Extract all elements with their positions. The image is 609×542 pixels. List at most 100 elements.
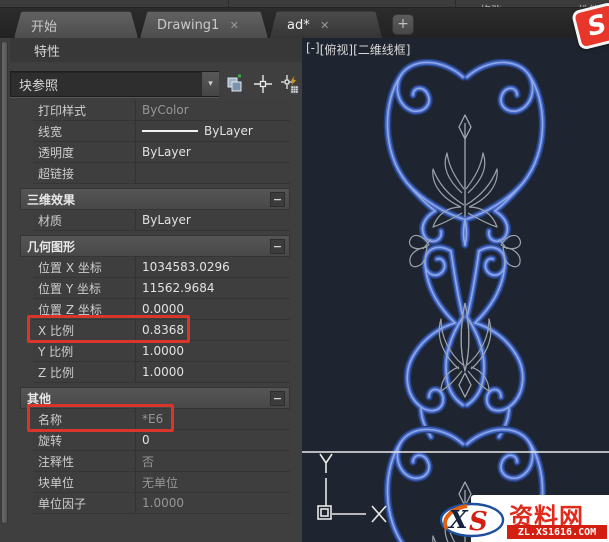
property-value-text: ByLayer <box>204 124 253 138</box>
property-rows: 打印样式 ByColor 线宽 ByLayer 透明度 ByLayer 超链接三维效果 − 材质… <box>20 100 290 514</box>
property-value-text: ByLayer <box>142 213 191 227</box>
object-type-value: 块参照 <box>19 78 59 94</box>
property-value[interactable]: 1.0000 <box>136 362 290 382</box>
chevron-down-icon[interactable]: ▾ <box>201 72 220 96</box>
property-value: *E6 <box>136 409 290 429</box>
collapse-icon[interactable]: − <box>270 192 285 207</box>
property-label: Z 比例 <box>33 362 136 382</box>
property-label: 线宽 <box>33 121 136 141</box>
drawing-canvas[interactable]: [-] [俯视] [二维线框] X S 资料网 ZL.XS1616.COM <box>302 38 609 542</box>
section-header[interactable]: 三维效果 − <box>20 188 290 210</box>
lineweight-swatch-icon <box>142 130 198 132</box>
select-objects-button[interactable] <box>251 72 275 96</box>
property-row: 位置 Y 坐标 11562.9684 <box>33 278 290 299</box>
property-label: 单位因子 <box>33 493 136 513</box>
section-header-label: 几何图形 <box>27 239 76 254</box>
property-row: 注释性否 <box>33 451 290 472</box>
property-row: 单位因子 1.0000 <box>33 493 290 514</box>
property-label: 材质 <box>33 210 136 230</box>
crosshair-icon <box>253 75 272 93</box>
quick-select-button[interactable] <box>278 72 302 96</box>
watermark-site-url: ZL.XS1616.COM <box>507 525 607 539</box>
viewport-controls[interactable]: [-] <box>306 41 320 58</box>
file-tab-[interactable]: 开始 <box>14 11 138 38</box>
viewport-view[interactable]: [俯视] <box>320 41 353 58</box>
property-value[interactable] <box>136 163 290 183</box>
property-row: Y 比例 1.0000 <box>33 341 290 362</box>
property-value[interactable]: ByLayer <box>136 121 290 141</box>
file-tab-Drawing1[interactable]: Drawing1 ✕ <box>140 11 268 38</box>
property-label: 打印样式 <box>33 100 136 120</box>
collapse-icon[interactable]: − <box>270 239 285 254</box>
drawing-ornament <box>302 38 609 542</box>
property-value-text: ByColor <box>142 103 189 117</box>
collapse-icon[interactable]: − <box>270 391 285 406</box>
property-value[interactable]: 1.0000 <box>136 341 290 361</box>
property-value-text: 1034583.0296 <box>142 260 230 274</box>
property-value-text: 1.0000 <box>142 365 184 379</box>
watermark-s: S <box>469 507 488 537</box>
property-value[interactable]: 1034583.0296 <box>136 257 290 277</box>
scrollbar-thumb[interactable] <box>2 42 7 523</box>
watermark: X S 资料网 ZL.XS1616.COM <box>439 495 609 542</box>
ucs-x-axis <box>371 505 387 523</box>
ribbon-strip: 修改 性能 <box>0 0 609 8</box>
section-header[interactable]: 其他 − <box>20 387 290 409</box>
property-label: 位置 X 坐标 <box>33 257 136 277</box>
property-value: ByColor <box>136 100 290 120</box>
close-icon[interactable]: ✕ <box>227 19 241 32</box>
section-header[interactable]: 几何图形 − <box>20 235 290 257</box>
property-row: X 比例 0.8368 <box>33 320 290 341</box>
close-icon[interactable]: ✕ <box>318 19 332 32</box>
watermark-x: X <box>447 505 469 534</box>
property-value-text: 0.8368 <box>142 323 184 337</box>
property-value[interactable]: 0.8368 <box>136 320 290 340</box>
property-row: 透明度 ByLayer <box>33 142 290 163</box>
property-row: Z 比例 1.0000 <box>33 362 290 383</box>
file-tab-bar: 开始 Drawing1 ✕ ad* ✕ + <box>0 8 609 38</box>
property-label: 旋转 <box>33 430 136 450</box>
property-value-text: 无单位 <box>142 475 179 490</box>
properties-palette: 特性 块参照 ▾ 打印样式 ByColor 线宽 ByLayer 透明度 ByL… <box>0 38 302 542</box>
object-selector-row: 块参照 ▾ <box>10 70 302 98</box>
property-label: Y 比例 <box>33 341 136 361</box>
property-label: X 比例 <box>33 320 136 340</box>
ucs-icon <box>317 453 387 523</box>
file-tab-label: Drawing1 <box>157 17 220 33</box>
property-value[interactable]: ByLayer <box>136 142 290 162</box>
property-label: 名称 <box>33 409 136 429</box>
property-row: 线宽 ByLayer <box>33 121 290 142</box>
property-value[interactable]: 0.0000 <box>136 299 290 319</box>
property-row: 材质 ByLayer <box>33 210 290 231</box>
property-value[interactable]: 0 <box>136 430 290 450</box>
property-label: 位置 Z 坐标 <box>33 299 136 319</box>
section-header-label: 其他 <box>27 391 52 406</box>
viewport-label: [-] [俯视] [二维线框] <box>306 41 410 58</box>
property-label: 透明度 <box>33 142 136 162</box>
property-value[interactable]: ByLayer <box>136 210 290 230</box>
file-tab-ad[interactable]: ad* ✕ <box>270 11 382 38</box>
pickadd-icon <box>227 74 242 92</box>
property-value: 无单位 <box>136 472 290 492</box>
property-value[interactable]: 11562.9684 <box>136 278 290 298</box>
file-tab-label: ad* <box>287 17 310 33</box>
property-value-text: 0.0000 <box>142 302 184 316</box>
property-value-text: ByLayer <box>142 145 191 159</box>
property-label: 超链接 <box>33 163 136 183</box>
property-label: 注释性 <box>33 451 136 471</box>
property-row: 旋转 0 <box>33 430 290 451</box>
palette-scrollbar[interactable] <box>1 42 8 523</box>
property-row: 位置 Z 坐标 0.0000 <box>33 299 290 320</box>
property-value-text: *E6 <box>142 412 164 426</box>
property-value-text: 11562.9684 <box>142 281 215 295</box>
toggle-pickadd-button[interactable] <box>223 72 247 96</box>
object-type-dropdown[interactable]: 块参照 ▾ <box>10 71 220 97</box>
property-row: 打印样式 ByColor <box>33 100 290 121</box>
ribbon-separator <box>228 0 229 7</box>
property-value: 1.0000 <box>136 493 290 513</box>
new-tab-button[interactable]: + <box>392 14 414 35</box>
section-header-label: 三维效果 <box>27 192 76 207</box>
viewport-visual-style[interactable]: [二维线框] <box>353 41 410 58</box>
property-row: 名称 *E6 <box>33 409 290 430</box>
property-label: 块单位 <box>33 472 136 492</box>
